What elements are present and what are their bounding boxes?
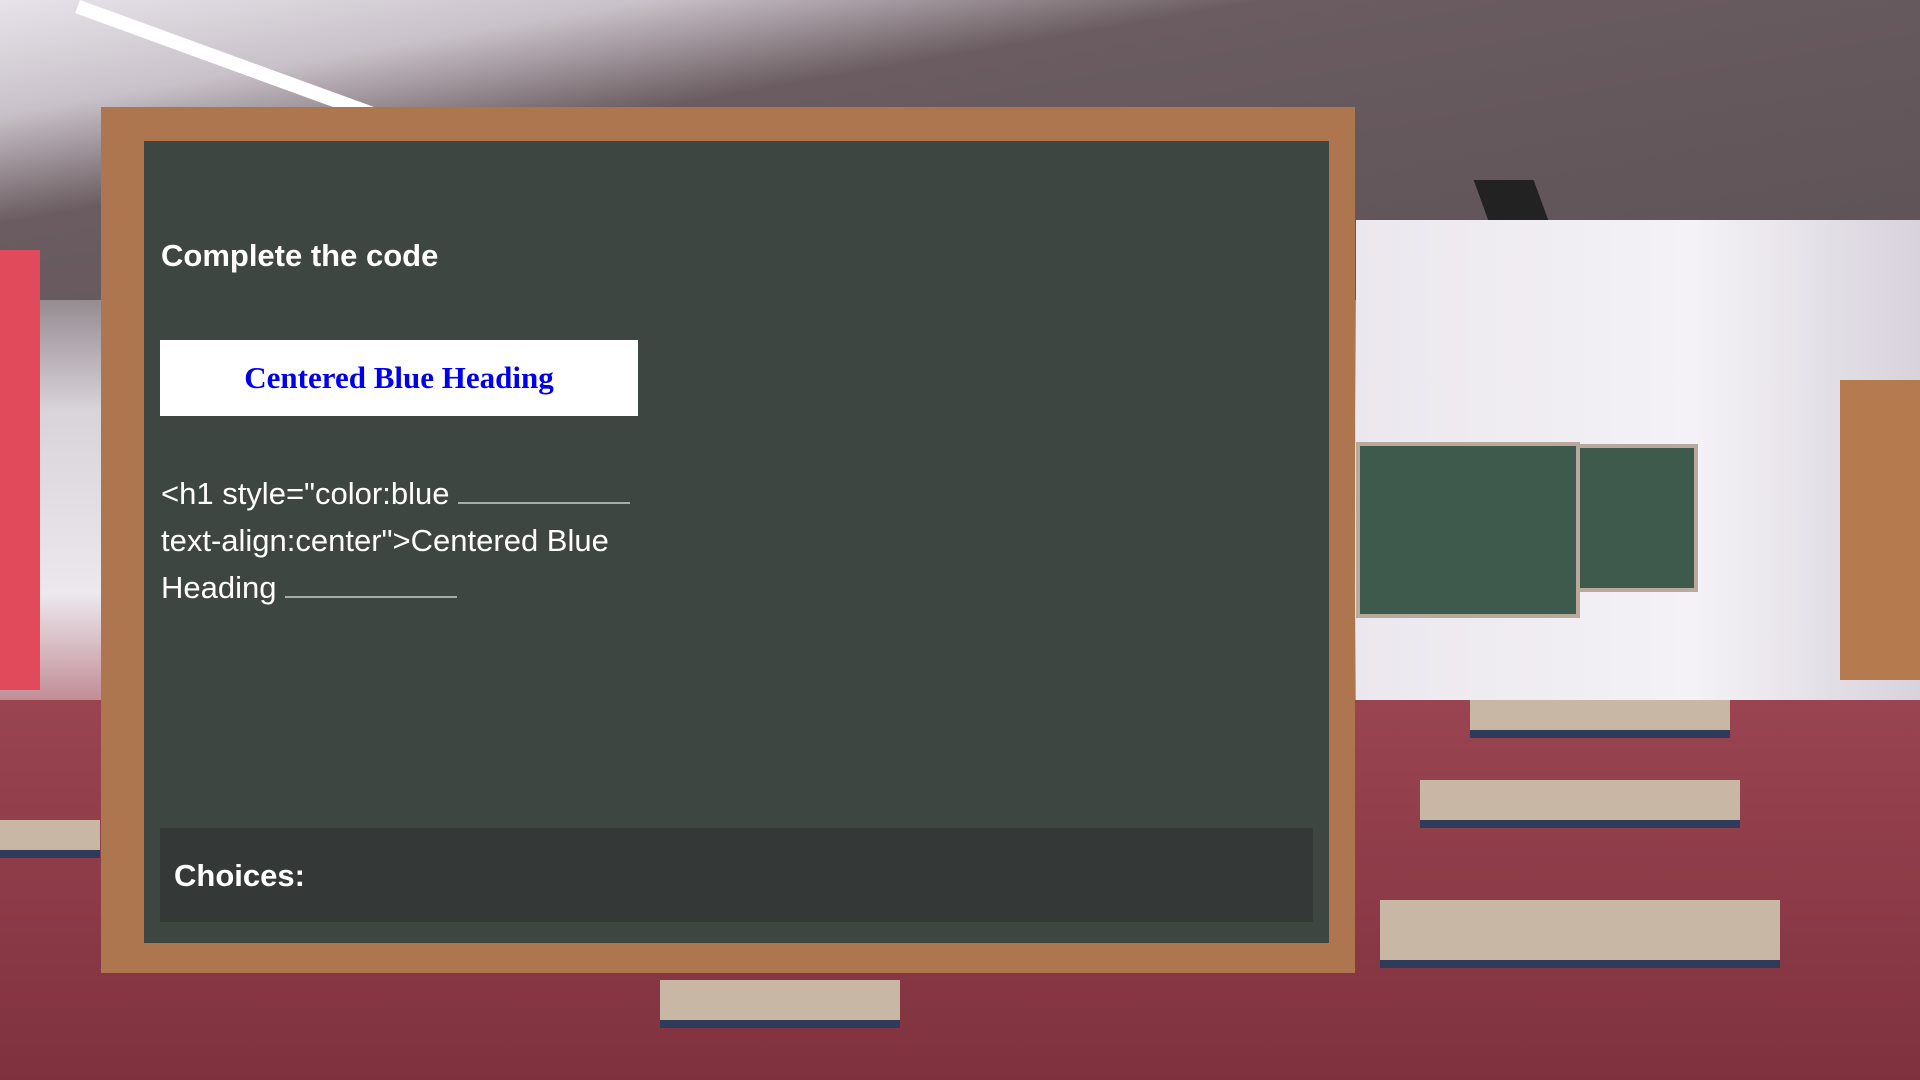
cork-board (1840, 380, 1920, 680)
back-chalkboard (1356, 442, 1580, 618)
choices-label: Choices: (174, 858, 305, 893)
desk (0, 820, 100, 858)
code-line-2: text-align:center">Centered Blue (161, 523, 609, 558)
rendered-preview: Centered Blue Heading (160, 340, 638, 416)
code-line-3: Heading (161, 570, 286, 605)
desk (1420, 780, 1740, 828)
blank-slot-1[interactable] (458, 476, 631, 504)
desk (1380, 900, 1780, 968)
desk (1470, 700, 1730, 738)
window (0, 250, 40, 690)
choices-panel: Choices: (160, 828, 1313, 922)
desk (660, 980, 900, 1028)
code-line-1: <h1 style="color:blue (161, 476, 459, 511)
code-snippet: <h1 style="color:blue text-align:center"… (161, 470, 681, 611)
question-title: Complete the code (161, 238, 439, 273)
blank-slot-2[interactable] (285, 570, 458, 598)
back-chalkboard (1576, 444, 1698, 592)
preview-heading: Centered Blue Heading (244, 360, 554, 395)
